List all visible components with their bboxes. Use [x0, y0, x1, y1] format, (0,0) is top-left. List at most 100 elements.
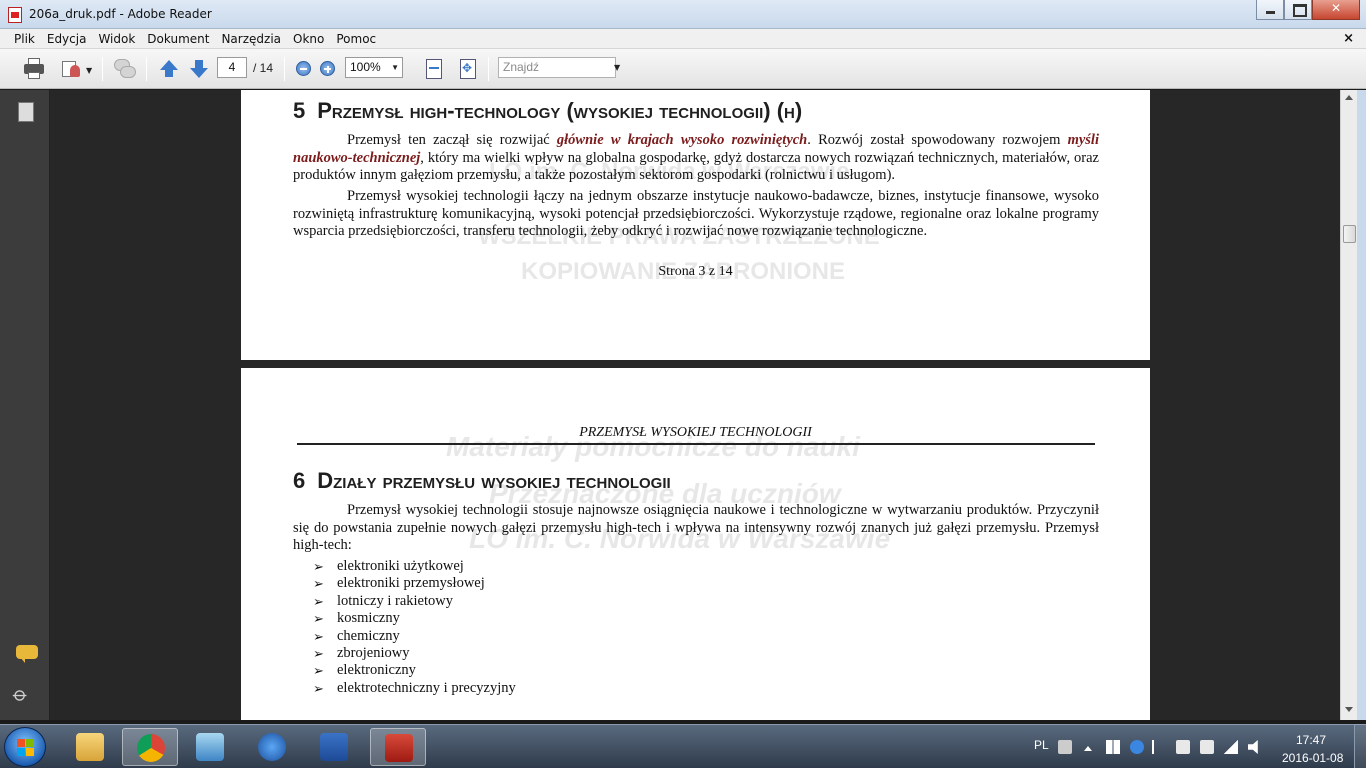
menu-dokument[interactable]: Dokument: [141, 32, 215, 46]
fit-page-icon: [426, 59, 442, 79]
title-bar: 206a_druk.pdf - Adobe Reader: [0, 0, 1366, 29]
flash-tray-icon[interactable]: [1130, 740, 1144, 754]
running-header: PRZEMYSŁ WYSOKIEJ TECHNOLOGII: [579, 425, 812, 440]
toolbar-separator: [284, 57, 285, 81]
taskbar-word[interactable]: [306, 728, 362, 766]
media-player-icon: [196, 733, 224, 761]
chrome-icon: [137, 734, 165, 762]
page-footer: Strona 3 z 14: [658, 264, 733, 279]
expand-page-icon: [460, 59, 476, 79]
zoom-in-button[interactable]: [320, 61, 335, 76]
fit-page-button[interactable]: [424, 57, 444, 81]
window-title: 206a_druk.pdf - Adobe Reader: [29, 7, 212, 21]
attachments-paperclip-icon[interactable]: ⌀: [8, 681, 33, 706]
clipboard-icon[interactable]: [1176, 740, 1190, 754]
section-title: Działy przemysłu wysokiej technologii: [317, 468, 671, 493]
arrowhead-bullet-icon: ➢: [313, 663, 324, 679]
comments-icon[interactable]: [16, 645, 38, 663]
windows-flag-icon[interactable]: [1106, 740, 1120, 754]
paragraph: Przemysł wysokiej technologii stosuje na…: [293, 502, 1099, 553]
menu-pomoc[interactable]: Pomoc: [330, 32, 382, 46]
pdf-page-4: Materiały pomocnicze do nauki Przeznaczo…: [241, 368, 1150, 720]
arrowhead-bullet-icon: ➢: [313, 576, 324, 592]
minimize-button[interactable]: [1256, 0, 1284, 20]
folder-icon: [76, 733, 104, 761]
vertical-scrollbar[interactable]: [1340, 90, 1357, 720]
paragraph-text: Przemysł ten zaczął się rozwijać: [347, 132, 557, 148]
clock-date[interactable]: 2016-01-08: [1282, 751, 1343, 765]
chevron-down-icon: ▼: [391, 63, 399, 72]
review-comments-button[interactable]: [112, 57, 138, 81]
scroll-thumb[interactable]: [1343, 225, 1356, 243]
chevron-down-icon: ▼: [86, 66, 93, 75]
taskbar-file-explorer[interactable]: [62, 728, 118, 766]
zoom-out-button[interactable]: [296, 61, 311, 76]
toolbar-separator: [146, 57, 147, 81]
menu-plik[interactable]: Plik: [8, 32, 41, 46]
zoom-level-value: 100%: [350, 60, 381, 74]
taskbar-chrome[interactable]: [122, 728, 178, 766]
close-document-icon[interactable]: ×: [1343, 31, 1354, 46]
page-thumbnails-icon[interactable]: [15, 100, 34, 122]
scroll-down-arrow-icon[interactable]: [1345, 707, 1353, 712]
menu-narzedzia[interactable]: Narzędzia: [215, 32, 287, 46]
find-dropdown-chevron-icon[interactable]: ▼: [614, 63, 620, 72]
start-button[interactable]: [4, 727, 46, 767]
arrowhead-bullet-icon: ➢: [313, 611, 324, 627]
taskbar-adobe-reader[interactable]: [370, 728, 426, 766]
fit-width-button[interactable]: [458, 57, 478, 81]
arrowhead-bullet-icon: ➢: [313, 593, 324, 609]
scroll-up-arrow-icon[interactable]: [1345, 95, 1353, 100]
section-number: 6: [293, 468, 306, 493]
arrowhead-bullet-icon: ➢: [313, 628, 324, 644]
menu-okno[interactable]: Okno: [287, 32, 330, 46]
no-network-icon[interactable]: [1200, 740, 1214, 754]
window-frame-edge: [1357, 90, 1366, 720]
section-heading: 5 Przemysł high-technology (wysokiej tech…: [293, 98, 802, 124]
list-item: ➢ kosmiczny: [313, 610, 400, 627]
lightning-icon: [258, 733, 286, 761]
list-item: ➢ elektrotechniczny i precyzyjny: [313, 679, 516, 696]
close-button[interactable]: [1312, 0, 1360, 20]
keyboard-icon[interactable]: [1058, 740, 1072, 754]
input-language[interactable]: PL: [1034, 738, 1049, 752]
menu-widok[interactable]: Widok: [92, 32, 141, 46]
page-number-input[interactable]: 4: [217, 57, 247, 78]
windows-logo-icon: [17, 739, 35, 757]
industry-list: ➢ elektroniki użytkowej ➢ elektroniki prze…: [313, 558, 516, 697]
taskbar-media-player[interactable]: [182, 728, 238, 766]
paragraph-text: . Rozwój został spowodowany rozwojem: [807, 132, 1068, 148]
show-desktop-button[interactable]: [1354, 724, 1366, 768]
section-title: Przemysł high-technology (wysokiej techn…: [317, 98, 803, 123]
menu-edycja[interactable]: Edycja: [41, 32, 93, 46]
action-center-flag-icon[interactable]: [1152, 740, 1166, 754]
next-page-button[interactable]: [188, 57, 210, 81]
toolbar-separator: [488, 57, 489, 81]
adobe-reader-icon: [385, 734, 413, 762]
pdf-page-3: LO im. C. Norwida w Warszawie WSZELKIE P…: [241, 90, 1150, 360]
arrowhead-bullet-icon: ➢: [313, 646, 324, 662]
toolbar-separator: [102, 57, 103, 81]
section-heading: 6 Działy przemysłu wysokiej technologii: [293, 468, 671, 494]
maximize-button[interactable]: [1284, 0, 1312, 20]
find-input[interactable]: Znajdź: [498, 57, 616, 78]
taskbar-flash-app[interactable]: [244, 728, 300, 766]
collaborate-button[interactable]: ▼: [58, 57, 94, 81]
emphasis-text: głównie w krajach wysoko rozwiniętych: [556, 132, 808, 148]
paragraph: Przemysł ten zaczął się rozwijać głównie…: [293, 132, 1099, 185]
print-button[interactable]: [22, 57, 46, 81]
pdf-file-icon: [8, 7, 22, 23]
previous-page-button[interactable]: [158, 57, 180, 81]
toolbar: ▼: [0, 49, 1366, 89]
document-viewport[interactable]: LO im. C. Norwida w Warszawie WSZELKIE P…: [50, 90, 1340, 720]
menu-bar: Plik Edycja Widok Dokument Narzędzia Okn…: [0, 29, 1366, 49]
page-total-label: / 14: [253, 61, 274, 75]
clock-time[interactable]: 17:47: [1296, 733, 1326, 747]
arrowhead-bullet-icon: ➢: [313, 680, 324, 696]
zoom-level-select[interactable]: 100% ▼: [345, 57, 403, 78]
arrow-down-icon: [190, 68, 208, 78]
signal-strength-icon[interactable]: [1224, 740, 1238, 754]
list-item: ➢ zbrojeniowy: [313, 645, 410, 662]
section-number: 5: [293, 98, 306, 123]
show-hidden-icons-icon[interactable]: [1084, 746, 1092, 751]
